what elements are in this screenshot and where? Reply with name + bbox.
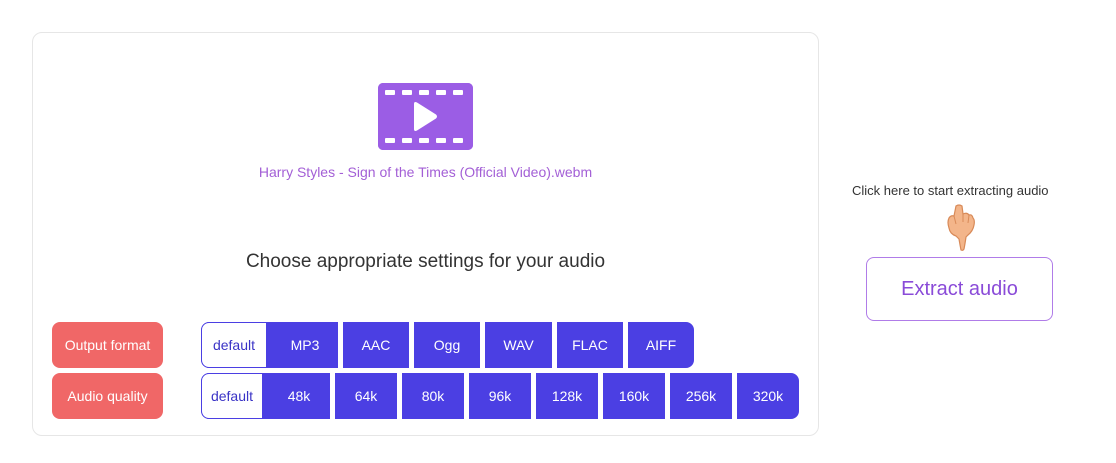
quality-option-256k[interactable]: 256k [670,373,737,419]
audio-quality-label: Audio quality [52,373,163,419]
quality-option-default[interactable]: default [201,373,263,419]
output-format-options: default MP3 AAC Ogg WAV FLAC AIFF [201,322,694,368]
format-option-aac[interactable]: AAC [343,322,414,368]
quality-option-160k[interactable]: 160k [603,373,670,419]
video-filename: Harry Styles - Sign of the Times (Offici… [258,164,593,180]
quality-option-96k[interactable]: 96k [469,373,536,419]
extract-audio-button[interactable]: Extract audio [866,257,1053,321]
format-option-ogg[interactable]: Ogg [414,322,485,368]
quality-option-320k[interactable]: 320k [737,373,799,419]
format-option-mp3[interactable]: MP3 [272,322,343,368]
format-option-flac[interactable]: FLAC [557,322,628,368]
format-option-default[interactable]: default [201,322,267,368]
pointing-hand-icon [944,204,976,257]
extract-hint: Click here to start extracting audio [852,183,1049,198]
format-option-aiff[interactable]: AIFF [628,322,694,368]
quality-option-64k[interactable]: 64k [335,373,402,419]
audio-quality-options: default 48k 64k 80k 96k 128k 160k 256k 3… [201,373,799,419]
output-format-label: Output format [52,322,163,368]
quality-option-48k[interactable]: 48k [268,373,335,419]
format-option-wav[interactable]: WAV [485,322,557,368]
quality-option-128k[interactable]: 128k [536,373,603,419]
video-play-icon [378,83,473,150]
quality-option-80k[interactable]: 80k [402,373,469,419]
settings-title: Choose appropriate settings for your aud… [245,251,606,272]
